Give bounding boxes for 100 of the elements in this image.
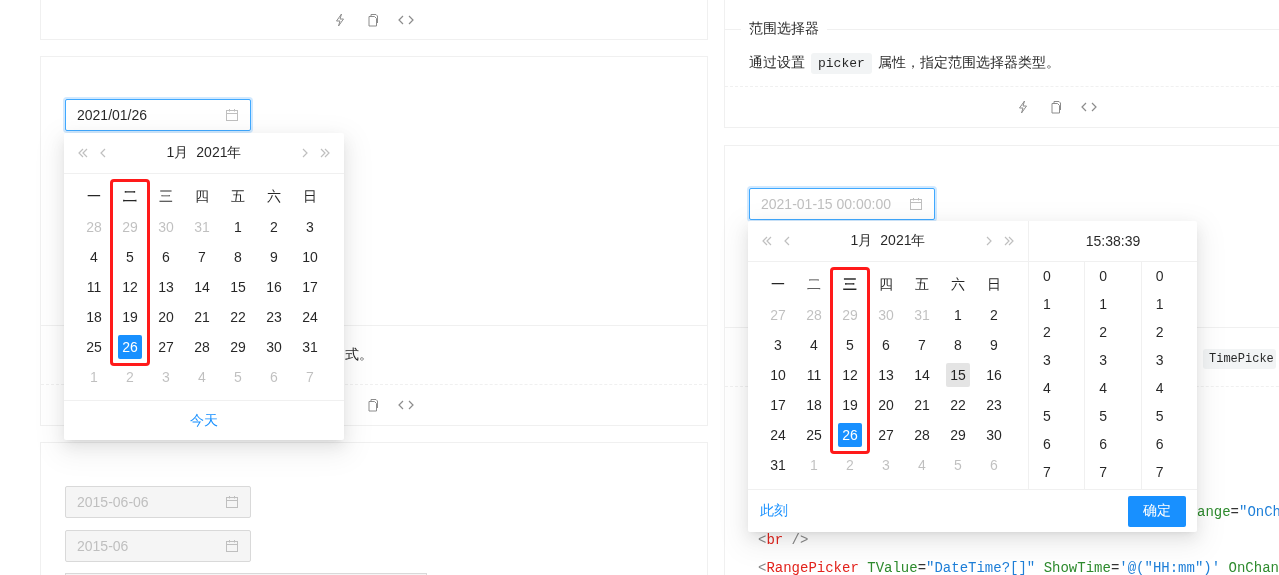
time-option[interactable]: 5: [1141, 402, 1197, 430]
copy-icon[interactable]: [365, 398, 379, 412]
time-option[interactable]: 1: [1141, 290, 1197, 318]
date-cell[interactable]: 24: [766, 423, 790, 447]
date-cell[interactable]: 29: [946, 423, 970, 447]
date-cell[interactable]: 29: [226, 335, 250, 359]
time-option[interactable]: 3: [1085, 346, 1141, 374]
date-cell[interactable]: 20: [154, 305, 178, 329]
date-cell[interactable]: 13: [874, 363, 898, 387]
code-icon[interactable]: [397, 13, 415, 27]
date-cell[interactable]: 23: [262, 305, 286, 329]
time-option[interactable]: 6: [1085, 430, 1141, 458]
time-option[interactable]: 7: [1029, 458, 1085, 486]
date-cell[interactable]: 17: [766, 393, 790, 417]
code-icon[interactable]: [1080, 100, 1098, 114]
time-option[interactable]: 0: [1085, 262, 1141, 290]
date-cell[interactable]: 8: [226, 245, 250, 269]
date-cell[interactable]: 25: [82, 335, 106, 359]
double-chevron-left-icon[interactable]: [76, 146, 90, 160]
date-cell[interactable]: 8: [946, 333, 970, 357]
time-option[interactable]: 3: [1141, 346, 1197, 374]
date-cell[interactable]: 23: [982, 393, 1006, 417]
time-option[interactable]: 2: [1029, 318, 1085, 346]
date-cell[interactable]: 28: [910, 423, 934, 447]
lightning-icon[interactable]: [333, 13, 347, 27]
date-cell[interactable]: 12: [118, 275, 142, 299]
date-cell[interactable]: 14: [190, 275, 214, 299]
date-cell[interactable]: 12: [838, 363, 862, 387]
date-cell[interactable]: 13: [154, 275, 178, 299]
time-option[interactable]: 1: [1085, 290, 1141, 318]
date-cell[interactable]: 21: [190, 305, 214, 329]
date-cell[interactable]: 30: [982, 423, 1006, 447]
date-cell[interactable]: 16: [262, 275, 286, 299]
date-cell[interactable]: 24: [298, 305, 322, 329]
code-icon[interactable]: [397, 398, 415, 412]
lightning-icon[interactable]: [1016, 100, 1030, 114]
double-chevron-right-icon[interactable]: [318, 146, 332, 160]
date-cell[interactable]: 27: [874, 423, 898, 447]
date-cell[interactable]: 28: [190, 335, 214, 359]
date-cell[interactable]: 5: [118, 245, 142, 269]
time-option[interactable]: 4: [1085, 374, 1141, 402]
time-option[interactable]: 7: [1085, 458, 1141, 486]
time-option[interactable]: 2: [1085, 318, 1141, 346]
time-option[interactable]: 4: [1141, 374, 1197, 402]
date-cell[interactable]: 30: [262, 335, 286, 359]
time-option[interactable]: 1: [1029, 290, 1085, 318]
date-cell[interactable]: 25: [802, 423, 826, 447]
date-cell[interactable]: 20: [874, 393, 898, 417]
date-cell[interactable]: 16: [982, 363, 1006, 387]
date-cell[interactable]: 31: [298, 335, 322, 359]
date-cell[interactable]: 27: [154, 335, 178, 359]
time-option[interactable]: 0: [1141, 262, 1197, 290]
double-chevron-right-icon[interactable]: [1002, 234, 1016, 248]
date-cell[interactable]: 22: [946, 393, 970, 417]
time-option[interactable]: 0: [1029, 262, 1085, 290]
date-cell[interactable]: 18: [802, 393, 826, 417]
month-button[interactable]: 1月: [166, 144, 189, 162]
time-option[interactable]: 5: [1029, 402, 1085, 430]
date-cell[interactable]: 6: [874, 333, 898, 357]
date-cell[interactable]: 31: [766, 453, 790, 477]
date-cell[interactable]: 17: [298, 275, 322, 299]
time-option[interactable]: 3: [1029, 346, 1085, 374]
time-option[interactable]: 7: [1141, 458, 1197, 486]
date-cell[interactable]: 10: [298, 245, 322, 269]
date-cell[interactable]: 2: [262, 215, 286, 239]
time-option[interactable]: 2: [1141, 318, 1197, 346]
date-cell[interactable]: 22: [226, 305, 250, 329]
date-cell[interactable]: 5: [838, 333, 862, 357]
date-cell[interactable]: 18: [82, 305, 106, 329]
date-cell[interactable]: 19: [838, 393, 862, 417]
time-option[interactable]: 4: [1029, 374, 1085, 402]
year-button[interactable]: 2021年: [880, 232, 926, 250]
date-cell[interactable]: 11: [82, 275, 106, 299]
date-cell[interactable]: 21: [910, 393, 934, 417]
date-cell[interactable]: 15: [226, 275, 250, 299]
date-cell[interactable]: 11: [802, 363, 826, 387]
date-field[interactable]: 2021/01/26: [65, 99, 251, 131]
date-cell[interactable]: 19: [118, 305, 142, 329]
date-cell[interactable]: 6: [154, 245, 178, 269]
date-cell[interactable]: 3: [298, 215, 322, 239]
date-cell[interactable]: 3: [766, 333, 790, 357]
time-option[interactable]: 6: [1141, 430, 1197, 458]
date-cell[interactable]: 7: [910, 333, 934, 357]
copy-icon[interactable]: [365, 13, 379, 27]
date-cell[interactable]: 15: [946, 363, 970, 387]
date-cell[interactable]: 4: [82, 245, 106, 269]
date-cell[interactable]: 1: [226, 215, 250, 239]
date-cell[interactable]: 14: [910, 363, 934, 387]
year-button[interactable]: 2021年: [196, 144, 242, 162]
time-option[interactable]: 5: [1085, 402, 1141, 430]
month-button[interactable]: 1月: [850, 232, 873, 250]
date-cell[interactable]: 7: [190, 245, 214, 269]
date-cell[interactable]: 10: [766, 363, 790, 387]
double-chevron-left-icon[interactable]: [760, 234, 774, 248]
date-cell[interactable]: 9: [262, 245, 286, 269]
date-cell[interactable]: 2: [982, 303, 1006, 327]
date-cell[interactable]: 4: [802, 333, 826, 357]
copy-icon[interactable]: [1048, 100, 1062, 114]
date-cell[interactable]: 9: [982, 333, 1006, 357]
time-option[interactable]: 6: [1029, 430, 1085, 458]
